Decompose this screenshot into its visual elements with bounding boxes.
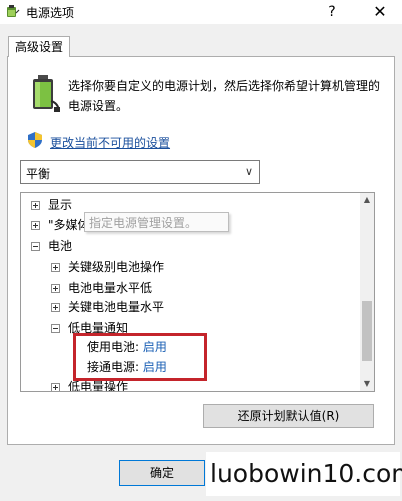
tree-item-low-battery-level[interactable]: 电池电量水平低 bbox=[51, 279, 152, 297]
power-options-icon bbox=[7, 5, 20, 17]
close-button[interactable]: ✕ bbox=[360, 0, 400, 24]
tab-label: 高级设置 bbox=[14, 40, 63, 54]
expand-toggle-icon[interactable] bbox=[51, 263, 60, 272]
change-unavailable-settings-link[interactable]: 更改当前不可用的设置 bbox=[50, 134, 170, 151]
uac-shield-icon bbox=[28, 132, 42, 148]
power-plan-value: 平衡 bbox=[26, 167, 51, 181]
expand-toggle-icon[interactable] bbox=[51, 383, 60, 391]
watermark: luobowin10.com bbox=[206, 452, 402, 496]
expand-toggle-icon[interactable] bbox=[51, 284, 60, 293]
tree-item-label: 关键级别电池操作 bbox=[68, 260, 165, 274]
tree-item-label: 电池 bbox=[48, 239, 73, 253]
window-title: 电源选项 bbox=[26, 6, 75, 20]
scrollbar-thumb[interactable] bbox=[362, 301, 372, 361]
power-plan-select[interactable]: 平衡 ∨ bbox=[20, 160, 260, 184]
restore-defaults-button[interactable]: 还原计划默认值(R) bbox=[203, 404, 374, 428]
watermark-text: luobowin10.com bbox=[210, 459, 402, 488]
tooltip: 指定电源管理设置。 bbox=[84, 212, 229, 232]
battery-plan-icon bbox=[33, 75, 60, 112]
title-bar: 电源选项 ? ✕ bbox=[0, 0, 402, 24]
tree-scrollbar[interactable]: ▲ ▼ bbox=[360, 193, 374, 391]
collapse-toggle-icon[interactable] bbox=[51, 324, 60, 333]
tree-item-critical-battery-action[interactable]: 关键级别电池操作 bbox=[51, 258, 164, 276]
help-button[interactable]: ? bbox=[318, 0, 346, 24]
scroll-up-arrow-icon[interactable]: ▲ bbox=[360, 193, 374, 207]
tree-item-label: 低电量操作 bbox=[68, 380, 129, 392]
tree-item-battery[interactable]: 电池 bbox=[31, 237, 72, 255]
expand-toggle-icon[interactable] bbox=[31, 201, 40, 210]
intro-description: 选择你要自定义的电源计划，然后选择你希望计算机管理的电源设置。 bbox=[68, 79, 381, 113]
highlight-box bbox=[73, 333, 207, 381]
scroll-down-arrow-icon[interactable]: ▼ bbox=[360, 377, 374, 391]
expand-toggle-icon[interactable] bbox=[51, 303, 60, 312]
ok-button[interactable]: 确定 bbox=[119, 460, 205, 486]
collapse-toggle-icon[interactable] bbox=[31, 242, 40, 251]
tree-item-critical-battery-level[interactable]: 关键电池电量水平 bbox=[51, 298, 164, 316]
expand-toggle-icon[interactable] bbox=[31, 221, 40, 230]
tree-item-display[interactable]: 显示 bbox=[31, 196, 72, 214]
tree-item-label: 显示 bbox=[48, 198, 73, 212]
tree-item-label: 关键电池电量水平 bbox=[68, 300, 165, 314]
tree-item-label: 电池电量水平低 bbox=[68, 281, 153, 295]
chevron-down-icon: ∨ bbox=[244, 165, 253, 178]
tab-advanced-settings[interactable]: 高级设置 bbox=[8, 36, 70, 57]
